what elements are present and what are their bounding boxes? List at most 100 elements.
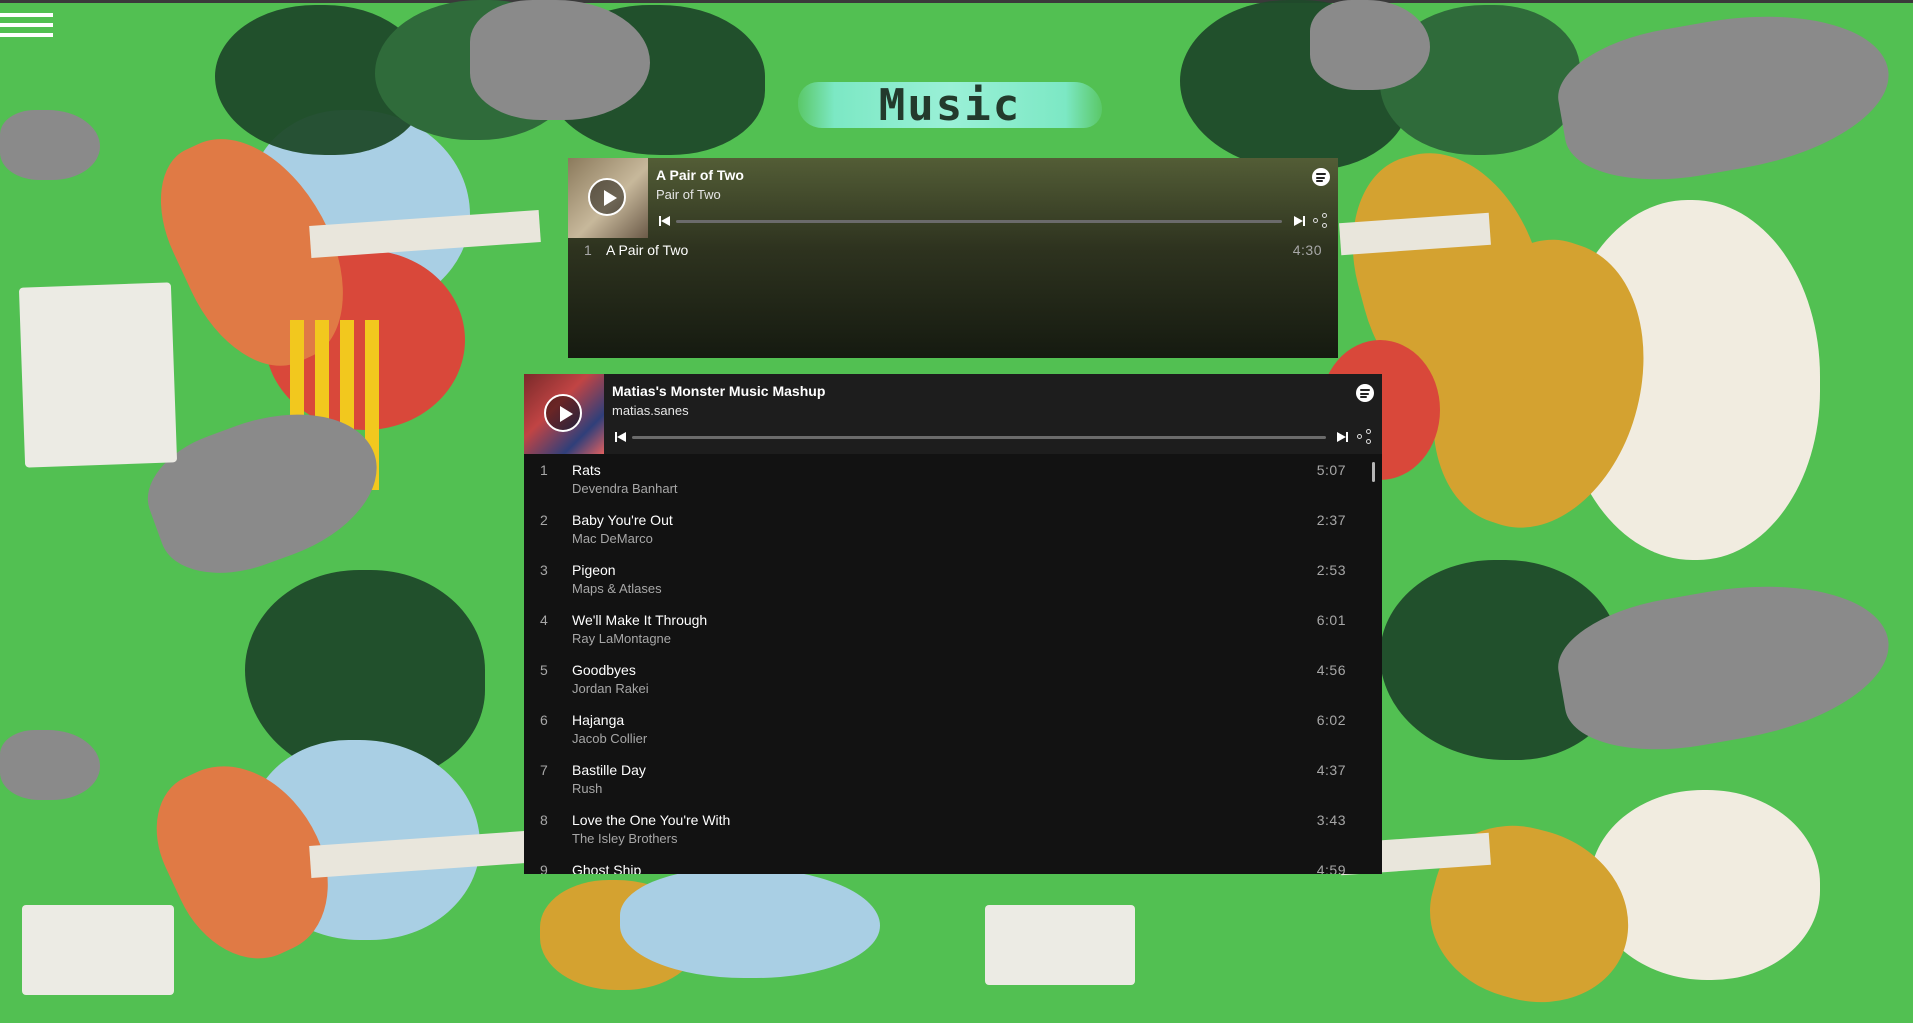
- progress-bar[interactable]: [632, 436, 1326, 439]
- background-notebook: [985, 905, 1135, 985]
- track-number: 4: [540, 612, 548, 628]
- background-monstera-leaf: [545, 5, 765, 155]
- background-monstera-leaf: [215, 5, 425, 155]
- spotify-icon[interactable]: [1356, 384, 1374, 402]
- track-artist[interactable]: Ray LaMontagne: [572, 631, 671, 646]
- track-row[interactable]: 8 Love the One You're With The Isley Bro…: [524, 812, 1382, 862]
- background-gray-hand: [0, 110, 100, 180]
- background-tape-strip: [309, 830, 541, 878]
- track-number: 1: [584, 242, 592, 258]
- skip-back-icon[interactable]: [615, 431, 627, 443]
- track-name: Goodbyes: [572, 662, 636, 678]
- track-duration: 4:56: [1316, 662, 1346, 678]
- background-hand-shape: [136, 109, 374, 391]
- track-row[interactable]: 9 Ghost Ship 4:59: [524, 862, 1382, 874]
- skip-forward-icon[interactable]: [1293, 215, 1305, 227]
- embed-subtitle[interactable]: matias.sanes: [612, 403, 689, 418]
- background-book-page: [1560, 200, 1820, 560]
- background-yellow-bar: [365, 320, 379, 490]
- track-number: 8: [540, 812, 548, 828]
- skip-back-icon[interactable]: [659, 215, 671, 227]
- track-artist[interactable]: Maps & Atlases: [572, 581, 662, 596]
- background-yellow-bar: [340, 320, 354, 500]
- track-name: Love the One You're With: [572, 812, 731, 828]
- track-name: Rats: [572, 462, 601, 478]
- track-artist[interactable]: Jacob Collier: [572, 731, 647, 746]
- skip-forward-icon[interactable]: [1336, 431, 1348, 443]
- background-gray-hand: [1549, 562, 1901, 768]
- track-duration: 6:02: [1316, 712, 1346, 728]
- play-button[interactable]: [588, 178, 626, 216]
- track-duration: 4:59: [1316, 862, 1346, 874]
- track-artist[interactable]: Rush: [572, 781, 602, 796]
- track-number: 1: [540, 462, 548, 478]
- menu-icon[interactable]: [0, 13, 53, 47]
- background-monstera-leaf: [1180, 0, 1410, 170]
- share-icon[interactable]: [1357, 429, 1371, 444]
- track-name: Pigeon: [572, 562, 616, 578]
- track-artist[interactable]: Devendra Banhart: [572, 481, 678, 496]
- track-duration: 4:30: [1292, 242, 1322, 258]
- background-monstera-leaf: [1380, 5, 1580, 155]
- playlist-cover: [524, 374, 604, 454]
- background-sky-shape: [250, 110, 470, 310]
- track-artist[interactable]: The Isley Brothers: [572, 831, 678, 846]
- background-gray-hand: [0, 730, 100, 800]
- background-notebook: [18, 282, 178, 468]
- background-gray-hand: [1549, 0, 1901, 198]
- page-title: Music: [878, 80, 1022, 131]
- background-gray-hand: [1310, 0, 1430, 90]
- background-yellow-bar: [290, 320, 304, 500]
- track-row[interactable]: 7 Bastille Day Rush 4:37: [524, 762, 1382, 812]
- track-duration: 6:01: [1316, 612, 1346, 628]
- track-duration: 4:37: [1316, 762, 1346, 778]
- spotify-icon[interactable]: [1312, 168, 1330, 186]
- menu-line: [0, 33, 53, 37]
- track-number: 5: [540, 662, 548, 678]
- background-monstera-leaf: [245, 570, 485, 780]
- menu-line: [0, 23, 53, 27]
- background-monstera-leaf: [375, 0, 575, 140]
- background-gold-mask: [1400, 216, 1680, 554]
- background-gray-hand: [470, 0, 650, 120]
- track-artist[interactable]: Jordan Rakei: [572, 681, 649, 696]
- track-duration: 5:07: [1316, 462, 1346, 478]
- track-row[interactable]: 2 Baby You're Out Mac DeMarco 2:37: [524, 512, 1382, 562]
- top-border: [0, 0, 1913, 3]
- share-icon[interactable]: [1313, 213, 1327, 228]
- track-number: 9: [540, 862, 548, 874]
- track-row[interactable]: 1 A Pair of Two 4:30: [568, 242, 1338, 292]
- track-row[interactable]: 1 Rats Devendra Banhart 5:07: [524, 462, 1382, 512]
- background-sky-shape: [620, 868, 880, 978]
- embed-title: Matias's Monster Music Mashup: [612, 383, 826, 399]
- track-duration: 2:37: [1316, 512, 1346, 528]
- track-row[interactable]: 6 Hajanga Jacob Collier 6:02: [524, 712, 1382, 762]
- background-book-page: [1590, 790, 1820, 980]
- background-sun: [265, 250, 465, 430]
- background-tape-strip: [1339, 212, 1491, 256]
- track-number: 3: [540, 562, 548, 578]
- background-sky-shape: [250, 740, 480, 940]
- track-name: We'll Make It Through: [572, 612, 708, 628]
- track-name: Bastille Day: [572, 762, 646, 778]
- track-artist[interactable]: Mac DeMarco: [572, 531, 653, 546]
- track-number: 6: [540, 712, 548, 728]
- progress-bar[interactable]: [676, 220, 1282, 223]
- track-number: 7: [540, 762, 548, 778]
- background-gray-hand: [132, 384, 398, 596]
- track-number: 2: [540, 512, 548, 528]
- track-duration: 3:43: [1316, 812, 1346, 828]
- spotify-embed-playlist: Matias's Monster Music Mashup matias.san…: [524, 374, 1382, 874]
- track-name: Ghost Ship: [572, 862, 642, 874]
- album-cover: [568, 158, 648, 238]
- play-button[interactable]: [544, 394, 582, 432]
- track-name: A Pair of Two: [606, 242, 689, 258]
- track-name: Hajanga: [572, 712, 625, 728]
- track-row[interactable]: 3 Pigeon Maps & Atlases 2:53: [524, 562, 1382, 612]
- background-gold-mask: [1411, 807, 1649, 1023]
- embed-subtitle[interactable]: Pair of Two: [656, 187, 721, 202]
- track-row[interactable]: 5 Goodbyes Jordan Rakei 4:56: [524, 662, 1382, 712]
- track-row[interactable]: 4 We'll Make It Through Ray LaMontagne 6…: [524, 612, 1382, 662]
- background-tape-strip: [309, 210, 541, 258]
- track-duration: 2:53: [1316, 562, 1346, 578]
